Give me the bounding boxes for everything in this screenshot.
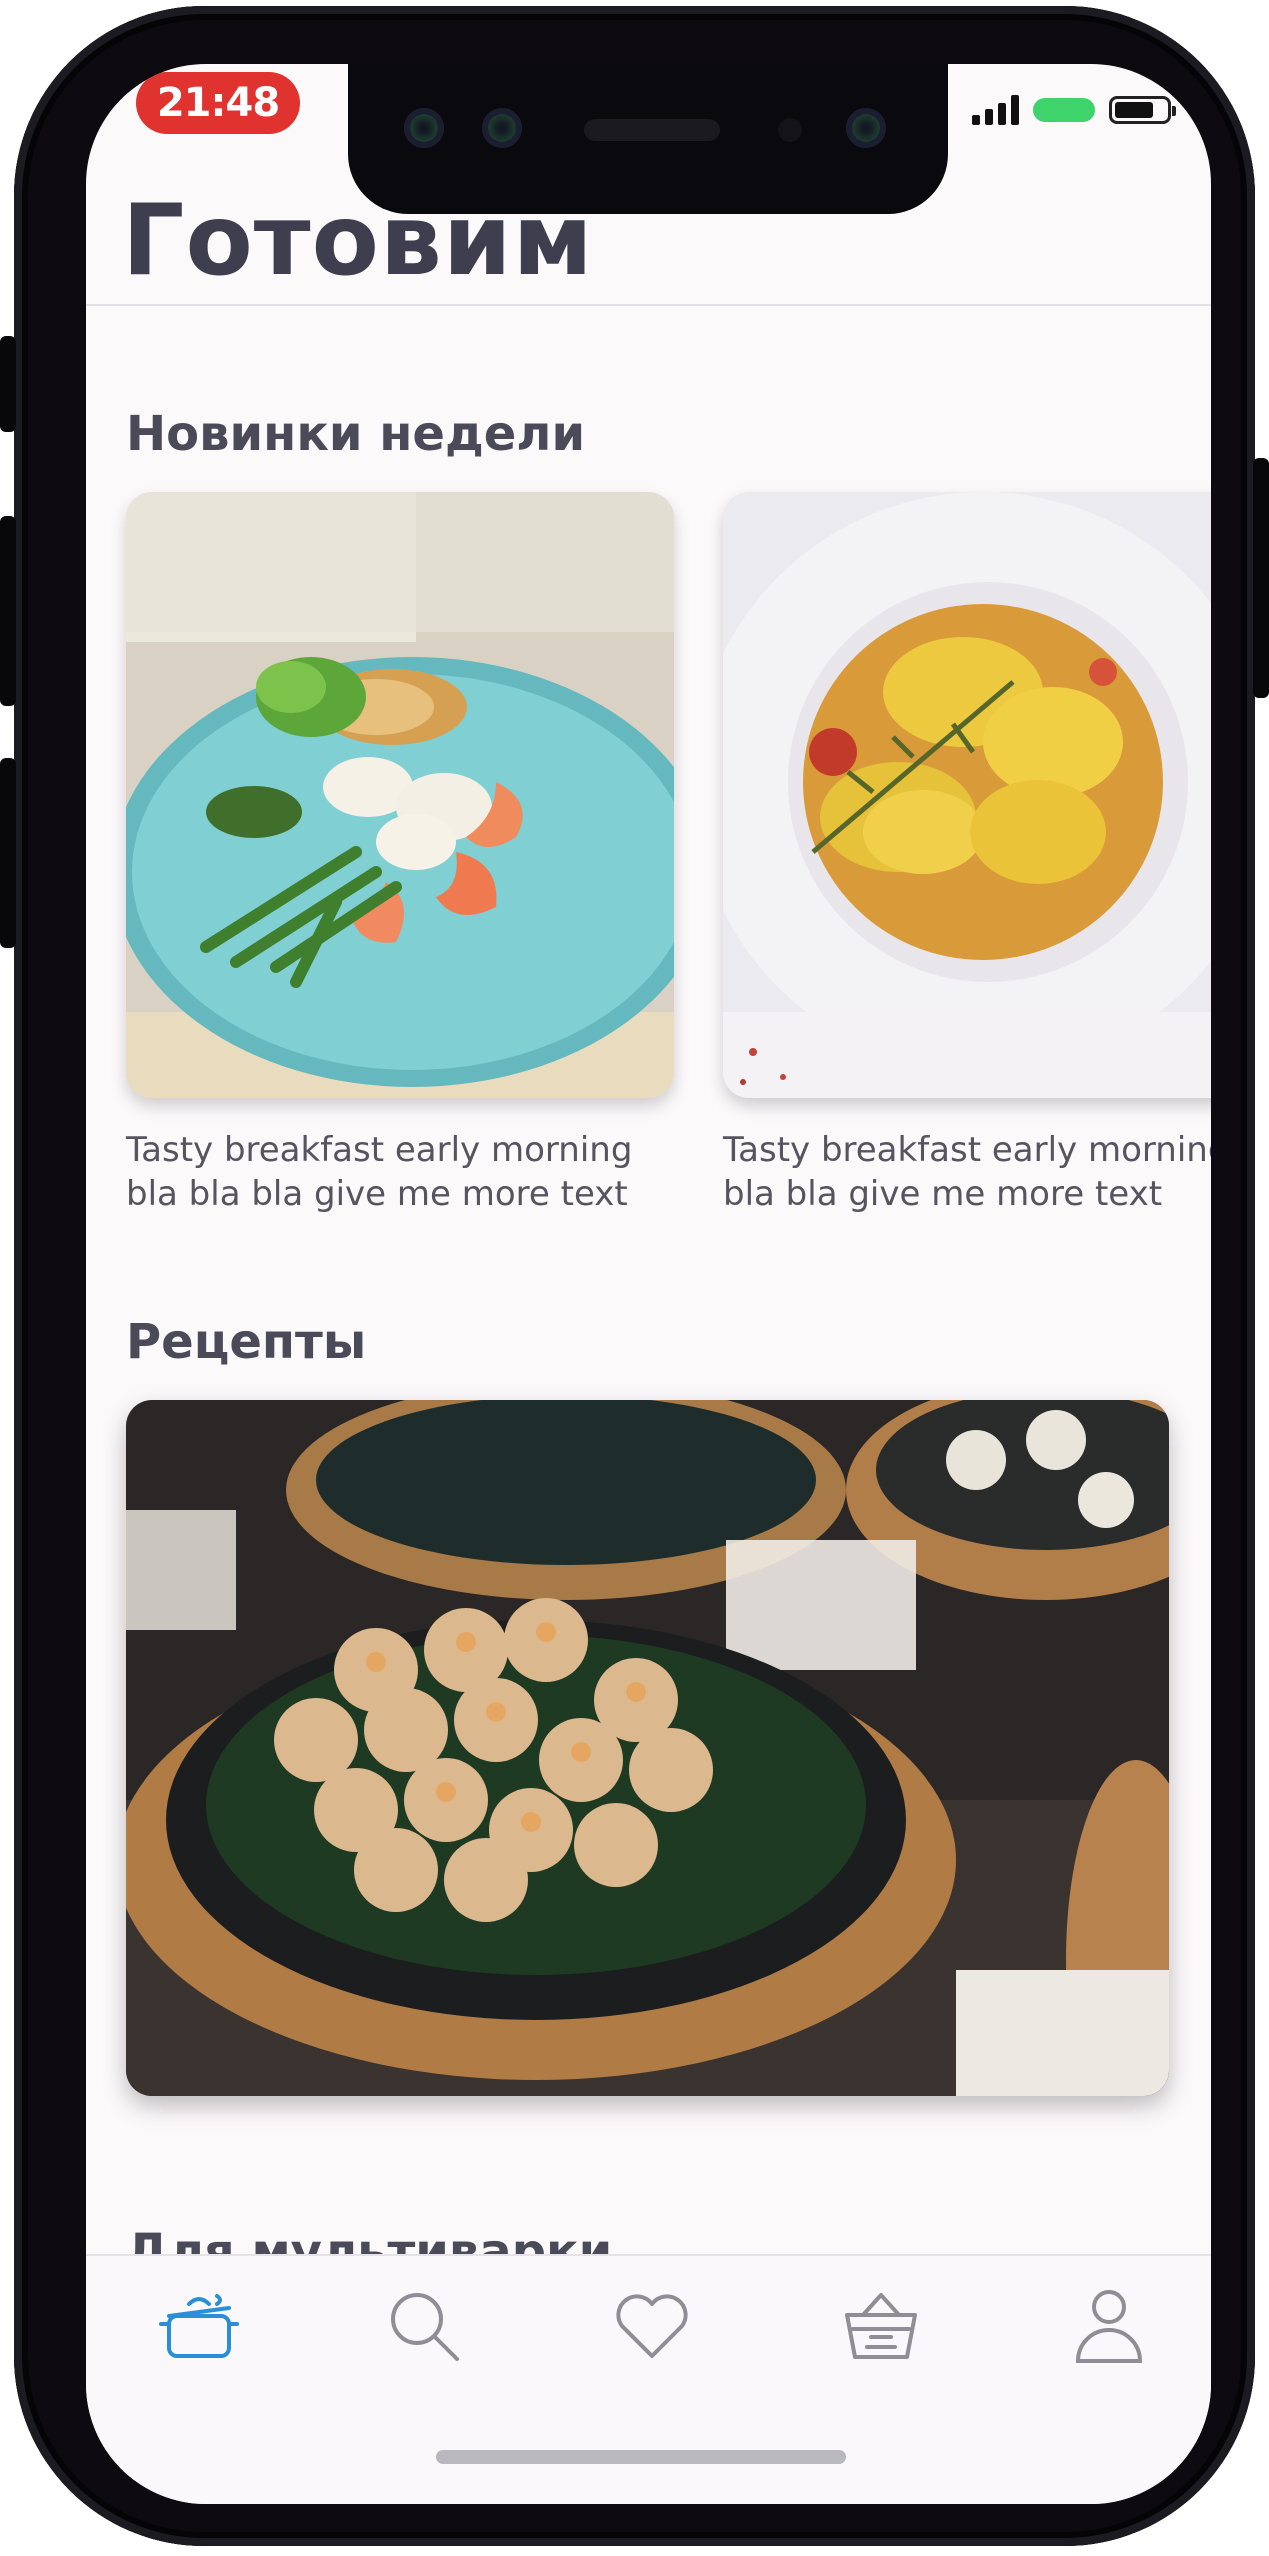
profile-icon [1075, 2290, 1143, 2363]
section-title-new-week: Новинки недели [126, 406, 586, 462]
card-image-breakfast[interactable] [126, 492, 674, 1098]
search-icon [391, 2293, 459, 2361]
front-sensor [482, 108, 522, 148]
front-camera [404, 108, 444, 148]
page-title: Готовим [122, 184, 594, 298]
face-id-camera [846, 108, 886, 148]
recipe-image-dumplings[interactable] [126, 1400, 1169, 2096]
mute-switch [0, 336, 16, 432]
pot-icon [159, 2294, 239, 2358]
ravioli-plate-image [723, 492, 1211, 1098]
card-image-ravioli[interactable] [723, 492, 1211, 1098]
tab-bar [86, 2254, 1211, 2504]
breakfast-plate-image [126, 492, 674, 1098]
section-title-recipes: Рецепты [126, 1314, 367, 1370]
home-indicator[interactable] [436, 2450, 846, 2464]
tab-cook[interactable] [149, 2276, 249, 2376]
volume-down-button [0, 758, 16, 948]
proximity-sensor [778, 118, 802, 142]
power-button [1253, 458, 1269, 698]
status-time: 21:48 [136, 72, 300, 134]
status-icons [972, 90, 1176, 130]
phone-frame: 21:48 Готовим Новинки недели Tasty break… [0, 6, 1269, 2546]
volume-up-button [0, 516, 16, 706]
heart-icon [616, 2294, 688, 2358]
tab-profile[interactable] [1059, 2276, 1159, 2376]
battery-icon [1109, 96, 1176, 124]
call-indicator-icon [1033, 98, 1095, 122]
signal-icon [972, 95, 1019, 125]
screen: 21:48 Готовим Новинки недели Tasty break… [86, 64, 1211, 2504]
card-caption-ravioli: Tasty breakfast early morning bla bla bl… [723, 1130, 1211, 1214]
dumplings-steamer-image [126, 1400, 1169, 2096]
tab-basket[interactable] [831, 2276, 931, 2376]
tab-search[interactable] [374, 2276, 474, 2376]
title-divider [86, 304, 1211, 306]
card-caption-breakfast: Tasty breakfast early morning bla bla bl… [126, 1130, 633, 1214]
basket-icon [845, 2293, 917, 2359]
tab-favorites[interactable] [602, 2276, 702, 2376]
earpiece-speaker [584, 119, 720, 141]
